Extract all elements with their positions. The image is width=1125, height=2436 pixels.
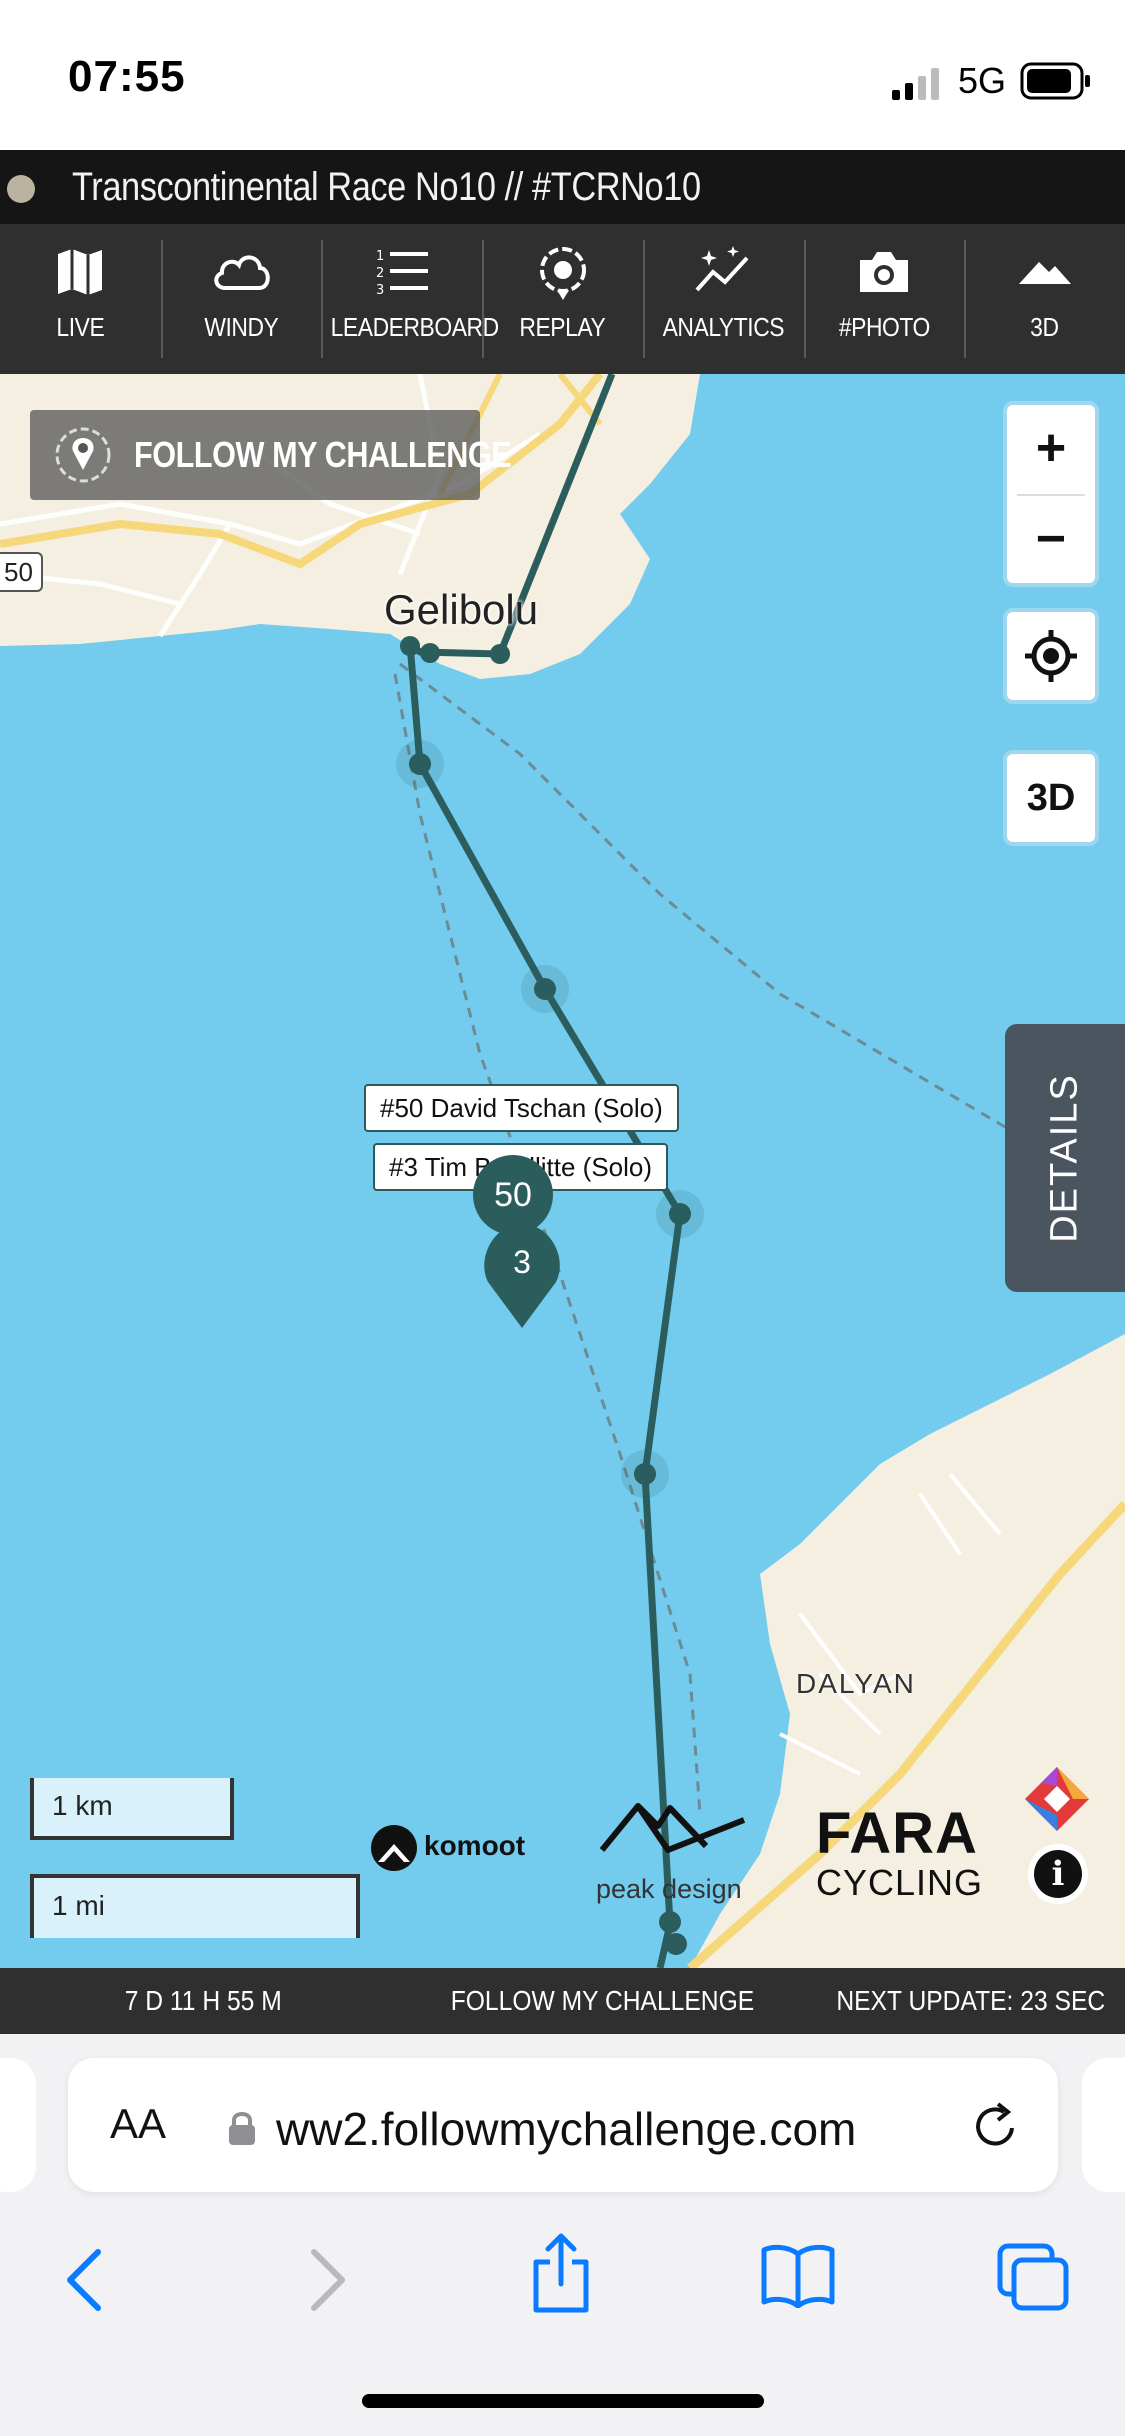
follow-button-label: FOLLOW MY CHALLENGE [134,434,512,475]
title-bar: Transcontinental Race No10 // #TCRNo10 [0,150,1125,224]
scale-bar-km: 1 km [30,1778,234,1840]
tab-analytics[interactable]: ANALYTICS [642,224,804,374]
location-pin-icon [55,427,111,483]
brand-label: FOLLOW MY CHALLENGE [450,1985,755,2016]
svg-text:3: 3 [376,283,384,298]
details-tab[interactable]: DETAILS [1005,1024,1125,1292]
status-time: 07:55 [68,52,186,101]
mountain-icon [1018,262,1071,284]
tab-photo[interactable]: #PHOTO [803,224,965,374]
map-icon [58,249,103,295]
forward-icon[interactable] [302,2248,352,2312]
camera-icon [859,252,908,292]
details-label: DETAILS [1043,1073,1086,1243]
url-text[interactable]: ww2.followmychallenge.com [276,2102,856,2156]
signal-icon [892,68,939,100]
fara-logo-top: FARA [816,1801,978,1866]
info-bar: 7 D 11 H 55 M FOLLOW MY CHALLENGE NEXT U… [0,1968,1125,2034]
map-view[interactable]: FOLLOW MY CHALLENGE 50 Gelibolu DALYAN +… [0,374,1125,1968]
scale-bar-mi: 1 mi [30,1874,360,1938]
app-logo-icon [1025,1767,1089,1831]
info-button[interactable]: i [1028,1844,1088,1904]
back-icon[interactable] [60,2248,110,2312]
tab-windy-label: WINDY [204,312,279,342]
elapsed-time: 7 D 11 H 55 M [124,1985,282,2016]
tab-windy[interactable]: WINDY [160,224,322,374]
zoom-control: + − [1003,401,1099,587]
reload-icon[interactable] [968,2098,1024,2154]
tab-analytics-label: ANALYTICS [662,312,784,342]
info-icon: i [1034,1850,1082,1898]
replay-pin-icon [539,247,586,300]
zoom-in-button[interactable]: + [1007,405,1095,494]
fara-logo-bottom: CYCLING [816,1862,984,1903]
tab-replay-label: REPLAY [519,312,606,342]
crosshair-icon [1025,630,1077,682]
komoot-logo-text: komoot [424,1830,526,1861]
tab-live[interactable]: LIVE [0,224,161,374]
rider-marker-3-number: 3 [513,1244,531,1280]
road-shield: 50 [0,552,43,592]
text-size-button[interactable]: AA [110,2100,166,2148]
tab-3d-label: 3D [1030,312,1059,342]
peak-design-logo-text: peak design [596,1874,742,1904]
place-label-dalyan: DALYAN [796,1668,916,1699]
3d-view-button[interactable]: 3D [1003,750,1099,846]
next-tab-peek[interactable] [1082,2058,1125,2192]
next-update: NEXT UPDATE: 23 SEC [836,1985,1106,2016]
status-dot-icon [7,175,35,203]
place-label-gelibolu: Gelibolu [384,586,539,633]
cloud-icon [214,255,270,290]
analytics-icon [695,246,749,292]
zoom-out-button[interactable]: − [1007,496,1095,585]
prev-tab-peek[interactable] [0,2058,36,2192]
tab-leaderboard-label: LEADERBOARD [331,312,500,342]
lock-icon [229,2112,255,2145]
battery-icon [1020,62,1090,100]
main-toolbar: LIVE WINDY 1 2 3 LEADERBOARD REPLAY ANAL… [0,224,1125,374]
follow-my-challenge-button[interactable]: FOLLOW MY CHALLENGE [30,410,512,500]
address-bar[interactable]: AA ww2.followmychallenge.com [68,2058,1058,2192]
svg-text:2: 2 [376,266,384,281]
tab-photo-label: #PHOTO [838,312,930,342]
tab-replay[interactable]: REPLAY [482,224,643,374]
tab-live-label: LIVE [56,312,105,342]
page-title: Transcontinental Race No10 // #TCRNo10 [72,165,701,209]
bookmarks-icon[interactable] [760,2244,836,2308]
tab-leaderboard[interactable]: 1 2 3 LEADERBOARD [321,224,500,374]
komoot-logo-icon [371,1825,417,1871]
status-bar: 07:55 5G [0,0,1125,150]
safari-toolbar [0,2214,1125,2436]
rider-tooltip-50[interactable]: #50 David Tschan (Solo) [364,1084,679,1132]
list-icon: 1 2 3 [376,249,428,298]
network-type: 5G [958,60,1007,101]
share-icon[interactable] [528,2232,594,2316]
tabs-icon[interactable] [996,2242,1070,2314]
svg-text:1: 1 [376,249,384,264]
peak-design-logo-icon [599,1803,746,1853]
locate-button[interactable] [1003,608,1099,704]
tab-3d[interactable]: 3D [964,224,1125,374]
rider-marker-50-number: 50 [494,1176,532,1214]
home-indicator [362,2394,764,2408]
